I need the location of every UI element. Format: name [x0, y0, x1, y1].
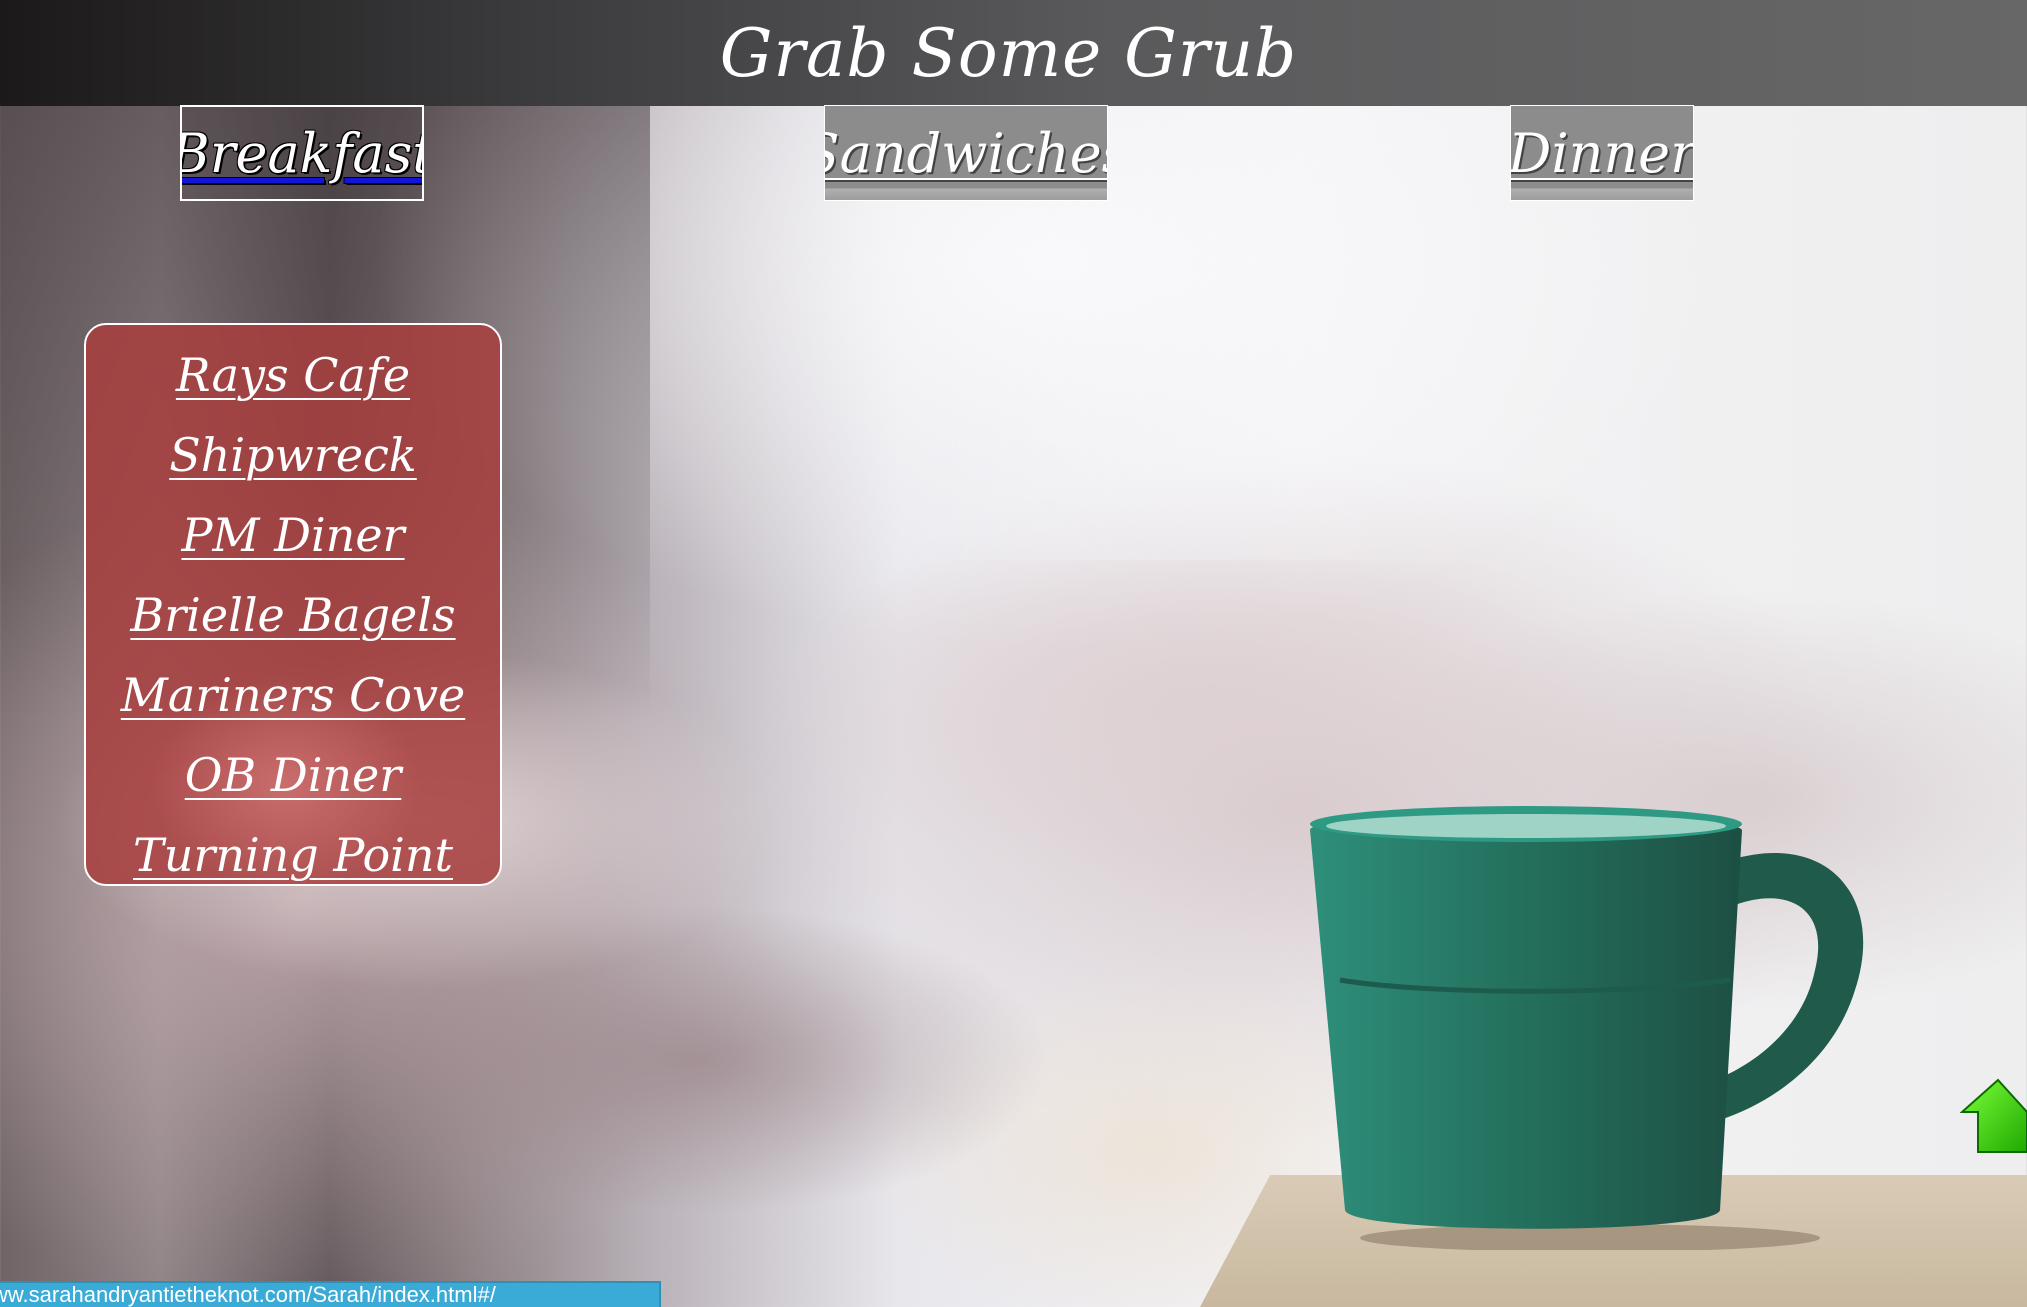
restaurant-link-mariners-cove[interactable]: Mariners Cove	[121, 655, 465, 735]
coffee-mug-image	[1310, 806, 1864, 1250]
site-header: Grab Some Grub	[0, 0, 2027, 106]
breakfast-restaurant-panel: Rays Cafe Shipwreck PM Diner Brielle Bag…	[84, 323, 502, 886]
restaurant-link-turning-point[interactable]: Turning Point	[133, 815, 453, 895]
tab-sandwiches[interactable]: Sandwiches	[824, 105, 1108, 201]
restaurant-link-pm-diner[interactable]: PM Diner	[181, 495, 404, 575]
restaurant-link-brielle-bagels[interactable]: Brielle Bagels	[130, 575, 455, 655]
tab-breakfast[interactable]: Breakfast	[180, 105, 424, 201]
restaurant-link-ob-diner[interactable]: OB Diner	[185, 735, 402, 815]
scroll-to-top-icon[interactable]	[1960, 1078, 2027, 1154]
tab-dinner[interactable]: Dinner	[1510, 105, 1694, 201]
site-title: Grab Some Grub	[719, 14, 1298, 92]
restaurant-link-rays-cafe[interactable]: Rays Cafe	[176, 335, 410, 415]
restaurant-link-shipwreck[interactable]: Shipwreck	[169, 415, 417, 495]
status-bar-url: ww.sarahandryantietheknot.com/Sarah/inde…	[0, 1281, 661, 1307]
